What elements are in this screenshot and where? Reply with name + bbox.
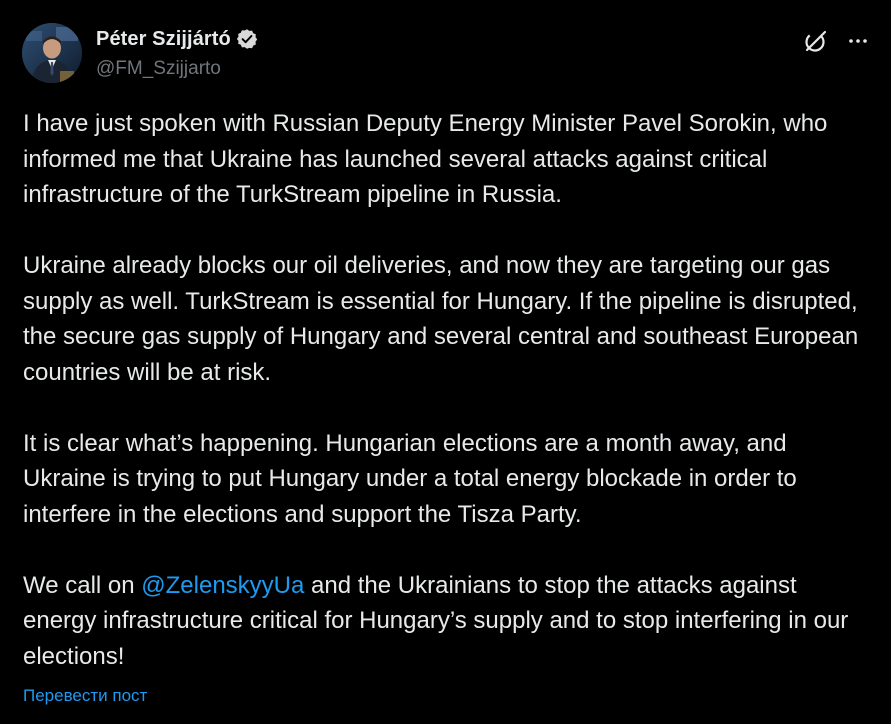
avatar-image (22, 23, 82, 83)
post-paragraph-4: We call on @ZelenskyyUa and the Ukrainia… (23, 568, 873, 675)
post-paragraph-1: I have just spoken with Russian Deputy E… (23, 110, 828, 208)
author-handle[interactable]: @FM_Szijjarto (96, 57, 258, 81)
verified-badge-icon[interactable] (236, 28, 258, 50)
grok-icon[interactable] (802, 27, 830, 55)
author-name[interactable]: Péter Szijjártó (96, 28, 231, 51)
post-actions (802, 27, 872, 55)
mention-link[interactable]: @ZelenskyyUa (141, 572, 304, 599)
more-options-icon[interactable] (844, 27, 872, 55)
post-text: I have just spoken with Russian Deputy E… (23, 106, 873, 710)
translate-post-link[interactable]: Перевести пост (23, 686, 147, 706)
avatar[interactable] (22, 23, 82, 83)
post-paragraph-3: It is clear what’s happening. Hungarian … (23, 429, 797, 528)
author-block: Péter Szijjártó @FM_Szijjarto (96, 25, 258, 81)
post: Péter Szijjártó @FM_Szijjarto I have jus… (0, 0, 891, 724)
post-paragraph-2: Ukraine already blocks our oil deliverie… (23, 252, 859, 386)
paragraph-4-lead: We call on (23, 571, 142, 599)
